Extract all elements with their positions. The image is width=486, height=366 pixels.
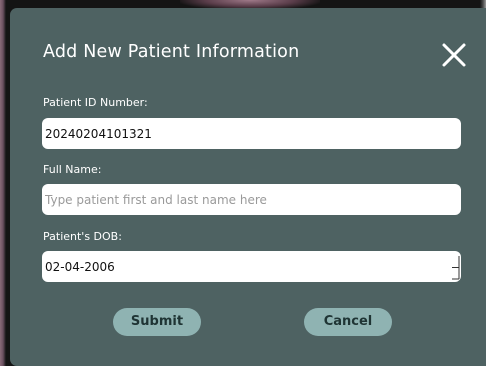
- dob-label: Patient's DOB:: [43, 230, 122, 243]
- close-button[interactable]: [440, 41, 468, 69]
- dialog-title: Add New Patient Information: [43, 42, 300, 62]
- dob-value: 02-04-2006: [45, 260, 115, 274]
- add-patient-dialog: Add New Patient Information Patient ID N…: [10, 8, 486, 366]
- patient-id-input[interactable]: [42, 118, 461, 149]
- cancel-button[interactable]: Cancel: [304, 308, 392, 336]
- close-icon: [442, 43, 466, 67]
- full-name-input[interactable]: [42, 184, 461, 215]
- full-name-label: Full Name:: [43, 163, 102, 176]
- submit-button[interactable]: Submit: [113, 308, 201, 336]
- patient-id-label: Patient ID Number:: [43, 96, 148, 109]
- spinner-icon[interactable]: [449, 255, 461, 280]
- dob-input[interactable]: 02-04-2006: [42, 251, 461, 282]
